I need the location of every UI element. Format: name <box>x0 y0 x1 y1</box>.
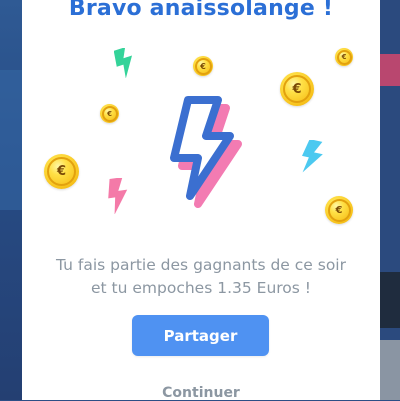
reward-message-line-1: Tu fais partie des gagnants de ce soir <box>56 256 346 274</box>
euro-coin-icon: € <box>335 48 353 66</box>
background-right-pink-strip <box>380 54 400 86</box>
reward-message-line-2: et tu empoches 1.35 Euros ! <box>91 279 311 297</box>
euro-coin-icon: € <box>193 56 213 76</box>
continue-button[interactable]: Continuer <box>22 385 380 401</box>
euro-coin-icon: € <box>325 196 353 224</box>
reward-message: Tu fais partie des gagnants de ce soir e… <box>22 254 380 300</box>
green-lightning-icon <box>114 48 133 78</box>
euro-coin-icon: € <box>44 154 79 189</box>
main-lightning-icon <box>170 96 242 208</box>
pink-lightning-icon <box>108 178 128 214</box>
background-right-grey-strip <box>380 340 400 400</box>
background-left-accent <box>0 70 22 210</box>
cyan-lightning-icon <box>302 140 323 173</box>
euro-coin-icon: € <box>100 104 119 123</box>
dialog-title: Bravo anaissolange ! <box>68 0 334 21</box>
share-button[interactable]: Partager <box>132 315 269 356</box>
euro-coin-icon: € <box>280 72 314 106</box>
background-right-dark-strip <box>380 272 400 328</box>
reward-dialog: Bravo anaissolange ! € € € € € € Tu fais… <box>22 0 380 401</box>
